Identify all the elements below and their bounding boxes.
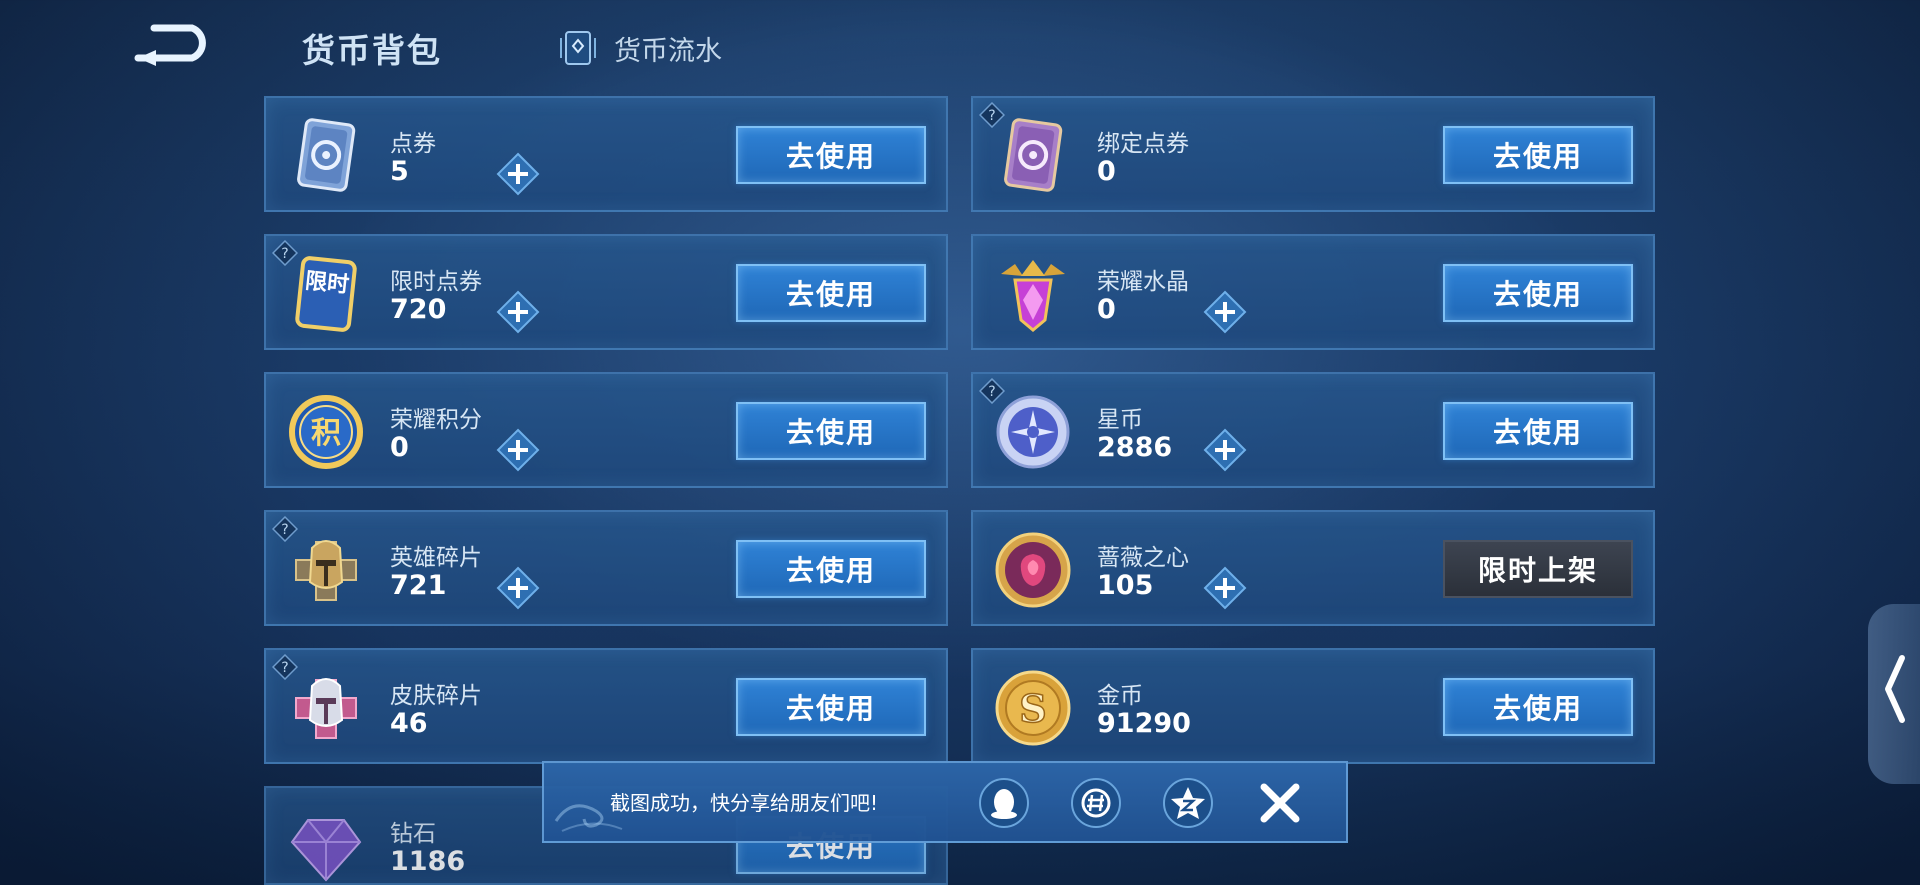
currency-name: 荣耀水晶	[1097, 269, 1189, 295]
glory-crystal-icon	[1001, 260, 1065, 332]
wechat-moments-icon[interactable]	[1070, 777, 1122, 829]
plus-icon[interactable]	[496, 566, 540, 610]
currency-amount: 0	[1097, 294, 1116, 325]
use-button[interactable]: 去使用	[1443, 264, 1633, 322]
currency-name: 星币	[1097, 407, 1143, 433]
skin-shard-icon	[295, 678, 357, 739]
use-button[interactable]: 去使用	[736, 540, 926, 598]
currency-card-bound-coupon: ? 绑定点券 0 去使用	[971, 96, 1655, 212]
limited-sale-button[interactable]: 限时上架	[1443, 540, 1633, 598]
gold-coin-icon: S	[995, 670, 1071, 746]
currency-card-gold-coin: S 金币 91290 去使用	[971, 648, 1655, 764]
use-button[interactable]: 去使用	[736, 678, 926, 736]
plus-icon[interactable]	[496, 152, 540, 196]
currency-card-limited-coupon: ? 限时 限时点券 720 去使用	[264, 234, 948, 350]
currency-grid: 点券 5 去使用 ? 绑定点券 0 去使用 ? 限时 限时点券 720 去使用 …	[0, 0, 1920, 885]
use-button[interactable]: 去使用	[1443, 126, 1633, 184]
diamond-icon	[290, 819, 362, 882]
star-coin-icon	[996, 395, 1070, 469]
currency-name: 英雄碎片	[390, 545, 482, 571]
currency-name: 荣耀积分	[390, 407, 482, 433]
use-button[interactable]: 去使用	[1443, 678, 1633, 736]
gold-coin-icon-text: S	[1019, 686, 1046, 731]
currency-name: 限时点券	[390, 269, 482, 295]
qq-icon[interactable]	[978, 777, 1030, 829]
currency-amount: 2886	[1097, 432, 1173, 463]
currency-amount: 721	[390, 570, 447, 601]
qzone-icon[interactable]	[1162, 777, 1214, 829]
currency-card-skin-shard: ? 皮肤碎片 46 去使用	[264, 648, 948, 764]
currency-card-coupon: 点券 5 去使用	[264, 96, 948, 212]
glory-points-icon: 积	[289, 395, 363, 469]
currency-card-hero-shard: ? 英雄碎片 721 去使用	[264, 510, 948, 626]
rose-heart-icon	[995, 532, 1071, 608]
plus-icon[interactable]	[1203, 428, 1247, 472]
currency-amount: 91290	[1097, 708, 1191, 739]
plus-icon[interactable]	[496, 428, 540, 472]
currency-card-glory-points: 积 荣耀积分 0 去使用	[264, 372, 948, 488]
bound-coupon-icon	[1004, 118, 1063, 192]
close-icon[interactable]	[1256, 779, 1304, 827]
use-button[interactable]: 去使用	[736, 402, 926, 460]
currency-name: 蔷薇之心	[1097, 545, 1189, 571]
currency-name: 钻石	[390, 821, 436, 847]
currency-amount: 105	[1097, 570, 1154, 601]
plus-icon[interactable]	[496, 290, 540, 334]
use-button[interactable]: 去使用	[736, 126, 926, 184]
currency-amount: 0	[390, 432, 409, 463]
coupon-icon	[297, 118, 356, 192]
currency-card-glory-crystal: 荣耀水晶 0 去使用	[971, 234, 1655, 350]
currency-amount: 5	[390, 156, 409, 187]
currency-card-star-coin: ? 星币 2886 去使用	[971, 372, 1655, 488]
limited-coupon-icon-text: 限时	[304, 269, 350, 298]
currency-amount: 46	[390, 708, 428, 739]
currency-name: 点券	[390, 131, 436, 157]
currency-amount: 720	[390, 294, 447, 325]
use-button[interactable]: 去使用	[736, 264, 926, 322]
currency-name: 绑定点券	[1097, 131, 1189, 157]
plus-icon[interactable]	[1203, 566, 1247, 610]
toast-message: 截图成功，快分享给朋友们吧!	[610, 791, 879, 815]
use-button[interactable]: 去使用	[1443, 402, 1633, 460]
hero-shard-icon	[295, 540, 357, 601]
limited-coupon-icon: 限时	[295, 256, 357, 332]
currency-amount: 0	[1097, 156, 1116, 187]
currency-card-rose-heart: 蔷薇之心 105 限时上架	[971, 510, 1655, 626]
currency-name: 皮肤碎片	[390, 683, 482, 709]
screenshot-share-toast: 截图成功，快分享给朋友们吧!	[542, 761, 1348, 843]
plus-icon[interactable]	[1203, 290, 1247, 334]
glory-points-icon-text: 积	[311, 416, 341, 451]
currency-name: 金币	[1097, 683, 1143, 709]
side-drawer-tab[interactable]	[1868, 604, 1920, 784]
chevron-left-icon	[1885, 655, 1905, 723]
currency-amount: 1186	[390, 846, 466, 877]
